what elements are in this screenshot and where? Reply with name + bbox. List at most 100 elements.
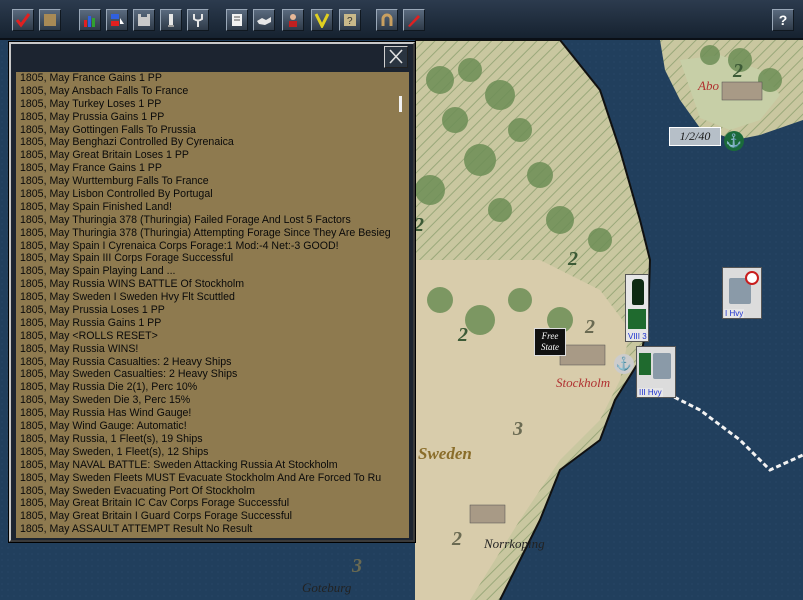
log-entry[interactable]: 1805, May Gottingen Falls To Prussia xyxy=(16,124,392,137)
log-entry[interactable]: 1805, May Russia, 1 Fleet(s), 19 Ships xyxy=(16,433,392,446)
map-supply-value: 2 xyxy=(568,248,578,270)
red-pen-icon xyxy=(408,15,420,27)
help-button[interactable]: ? xyxy=(772,9,794,31)
log-entry[interactable]: 1805, May Prussia Loses 1 PP xyxy=(16,304,392,317)
blank-tool-button[interactable] xyxy=(39,9,61,31)
flag-icon xyxy=(639,353,651,375)
main-toolbar: ? ? xyxy=(0,0,803,40)
svg-text:?: ? xyxy=(347,16,353,27)
fleet-unit-counter[interactable]: III Hvy xyxy=(636,346,676,398)
map-supply-value: 2 xyxy=(585,316,595,338)
map-supply-value: 2 xyxy=(452,528,462,550)
log-scroll-thumb[interactable] xyxy=(399,96,402,112)
horseshoe-icon xyxy=(381,13,393,26)
log-entry[interactable]: 1805, May Turkey Loses 1 PP xyxy=(16,98,392,111)
log-entry[interactable]: 1805, May Sweden I Sweden Hvy Flt Scuttl… xyxy=(16,291,392,304)
log-entry[interactable]: 1805, May ASSAULT ATTEMPT Result No Resu… xyxy=(16,523,392,536)
tower-icon xyxy=(168,14,174,27)
log-entry[interactable]: 1805, May Thuringia 378 (Thuringia) Fail… xyxy=(16,214,392,227)
unit-label-fleet-far: I Hvy xyxy=(724,309,745,318)
unit-list-button[interactable] xyxy=(106,9,128,31)
handshake-icon xyxy=(257,17,271,25)
map-supply-value: 2 xyxy=(458,324,468,346)
sea-zone-badge[interactable]: 1/2/40 xyxy=(669,127,721,146)
unit-label-fleet-near: III Hvy xyxy=(638,388,663,397)
log-entry[interactable]: 1805, May Russia Casualties: 2 Heavy Shi… xyxy=(16,356,392,369)
close-icon xyxy=(389,49,403,64)
horseshoe-button[interactable] xyxy=(376,9,398,31)
event-log-list[interactable]: 1805, May France Gains 1 PP 1805, May Ans… xyxy=(16,72,392,538)
city-label-abo[interactable]: Abo xyxy=(698,78,719,94)
log-entry[interactable]: 1805, May Russia WINS BATTLE Of Stockhol… xyxy=(16,278,392,291)
log-entry[interactable]: 1805, May Ansbach Falls To France xyxy=(16,85,392,98)
log-entry[interactable]: 1805, May Russia Has Wind Gauge! xyxy=(16,407,392,420)
map-supply-value: 2 xyxy=(414,214,424,236)
city-label-stockholm[interactable]: Stockholm xyxy=(556,375,610,391)
fortress-icon xyxy=(138,14,150,26)
log-entry[interactable]: 1805, May Prussia Gains 1 PP xyxy=(16,111,392,124)
log-entry[interactable]: 1805, May Sweden Fleets MUST Evacuate St… xyxy=(16,472,392,485)
log-entry[interactable]: 1805, May NAVAL BATTLE: Sweden Attacking… xyxy=(16,459,392,472)
lighthouse-button[interactable] xyxy=(160,9,182,31)
infantry-unit-counter[interactable]: VIII 3 xyxy=(625,274,649,342)
victory-button[interactable] xyxy=(311,9,333,31)
log-entry[interactable]: 1805, May Sweden Die 3, Perc 15% xyxy=(16,394,392,407)
log-entry[interactable]: 1805, May Spain I Cyrenaica Corps Forage… xyxy=(16,240,392,253)
region-label-sweden: Sweden xyxy=(418,444,472,463)
anchor-icon: ⚓ xyxy=(724,131,744,151)
log-entry[interactable]: 1805, May Spain Playing Land ... xyxy=(16,265,392,278)
map-supply-value: 3 xyxy=(352,555,362,577)
leader-button[interactable] xyxy=(282,9,304,31)
handshake-button[interactable] xyxy=(253,9,275,31)
log-entry[interactable]: 1805, May Great Britain I Guard Corps Fo… xyxy=(16,510,392,523)
log-scrollbar[interactable] xyxy=(392,72,409,538)
log-entry[interactable]: 1805, May Great Britain Loses 1 PP xyxy=(16,149,392,162)
log-entry[interactable]: 1805, May Spain Finished Land! xyxy=(16,201,392,214)
flag-list-icon xyxy=(111,14,124,26)
close-button[interactable] xyxy=(384,46,408,68)
fork-button[interactable] xyxy=(187,9,209,31)
log-entry[interactable]: 1805, May Sweden, 1 Fleet(s), 12 Ships xyxy=(16,446,392,459)
log-entry[interactable]: 1805, May Spain III Corps Forage Success… xyxy=(16,252,392,265)
city-label-norrkoping[interactable]: Norrkoping xyxy=(484,536,545,552)
free-state-text: Free State xyxy=(541,331,559,352)
fortress-button[interactable] xyxy=(133,9,155,31)
log-entry[interactable]: 1805, May France Gains 1 PP xyxy=(16,72,392,85)
log-entry[interactable]: 1805, May Thuringia 378 (Thuringia) Atte… xyxy=(16,227,392,240)
log-entry[interactable]: 1805, May Benghazi Controlled By Cyrenai… xyxy=(16,136,392,149)
pen-button[interactable] xyxy=(403,9,425,31)
log-entry[interactable]: 1805, May Great Britain IC Cav Corps For… xyxy=(16,497,392,510)
anchor-icon: ⚓ xyxy=(614,354,634,374)
log-entry[interactable]: 1805, May Lisbon Controlled By Portugal xyxy=(16,188,392,201)
question-scroll-button[interactable]: ? xyxy=(339,9,361,31)
question-scroll-icon: ? xyxy=(344,14,356,27)
bar-chart-button[interactable] xyxy=(79,9,101,31)
map-supply-value: 3 xyxy=(513,418,523,440)
flag-icon xyxy=(628,309,646,329)
log-entry[interactable]: 1805, May Wurttemburg Falls To France xyxy=(16,175,392,188)
log-entry[interactable]: 1805, May Sweden Evacuating Port Of Stoc… xyxy=(16,485,392,498)
city-label-goteburg[interactable]: Goteburg xyxy=(302,580,351,596)
log-entry[interactable]: 1805, May Russia WINS! xyxy=(16,343,392,356)
red-checkmark-icon xyxy=(15,13,31,28)
soldier-figure-icon xyxy=(632,279,644,305)
help-label: ? xyxy=(778,12,788,28)
free-state-marker[interactable]: Free State xyxy=(534,328,566,356)
log-entry[interactable]: 1805, May Russia Die 2(1), Perc 10% xyxy=(16,381,392,394)
log-entry[interactable]: 1805, May Sweden Casualties: 2 Heavy Shi… xyxy=(16,368,392,381)
log-entry[interactable]: 1805, May France Gains 1 PP xyxy=(16,162,392,175)
document-button[interactable] xyxy=(226,9,248,31)
sea-zone-badge-text: 1/2/40 xyxy=(679,129,711,143)
document-icon xyxy=(232,14,242,26)
bar-chart-icon xyxy=(84,16,95,27)
victory-v-icon xyxy=(314,13,330,28)
log-entry[interactable]: 1805, May Russia Gains 1 PP xyxy=(16,317,392,330)
log-entry[interactable]: 1805, May Wind Gauge: Automatic! xyxy=(16,420,392,433)
fleet-unit-counter[interactable]: I Hvy xyxy=(722,267,762,319)
event-log-window: 1805, May France Gains 1 PP 1805, May Ans… xyxy=(9,42,415,542)
map-supply-value: 2 xyxy=(733,60,743,82)
log-entry[interactable]: 1805, May <ROLLS RESET> xyxy=(16,330,392,343)
checkmark-tool-button[interactable] xyxy=(12,9,34,31)
leader-portrait-icon xyxy=(289,14,297,27)
fork-icon xyxy=(193,14,203,27)
